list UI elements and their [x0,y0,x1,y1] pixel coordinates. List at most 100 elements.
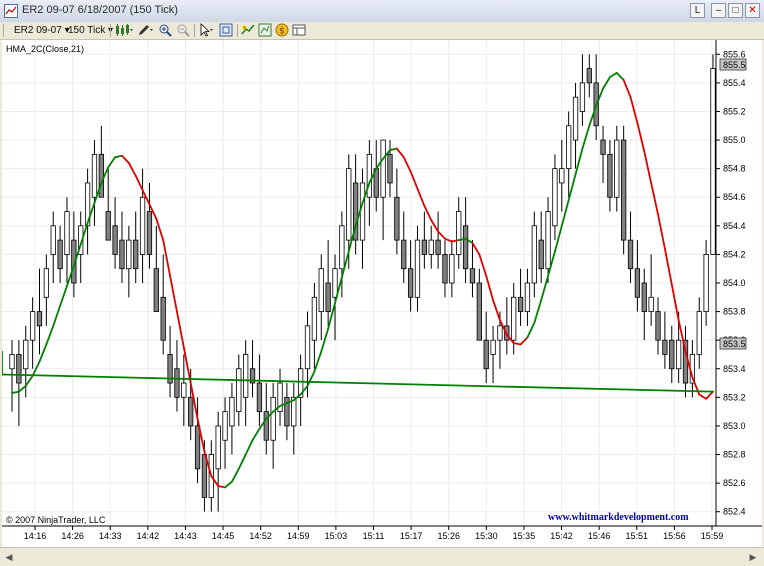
candle [552,154,558,241]
candle [373,140,379,212]
hma-segment [540,274,549,302]
candle-body [641,282,647,312]
candle-body [57,239,63,270]
crosshair-icon[interactable] [219,23,233,37]
candle-body [428,239,434,255]
coin-icon[interactable]: $ [275,23,289,37]
hma-segment [2,373,714,393]
hma-segment [636,122,646,153]
hma-segment [59,284,68,307]
hma-segment [114,154,123,159]
price-chart[interactable]: 855.6 855.4 855.2 855.0 854.8 854.6 854.4 854.2… [2,40,762,547]
bar-style-icon[interactable] [114,23,134,37]
time-tick-label: 14:33 [99,531,122,541]
close-button[interactable]: ✕ [745,3,760,18]
candle [380,139,386,241]
candle-body [105,211,111,241]
candle-body [627,239,634,270]
copyright-label: © 2007 NinjaTrader, LLC [6,515,106,525]
toolbar-separator [194,24,195,37]
candle [153,225,159,312]
cursor-icon[interactable] [198,23,216,37]
hma-segment [395,147,405,159]
candle [572,82,579,169]
hma-segment [24,375,34,387]
data-box-icon[interactable] [292,23,306,37]
candle-body [676,339,682,370]
candle [236,354,242,426]
candle-body [401,239,407,270]
candle-body [270,396,276,441]
candle-body [669,339,675,370]
price-marker-top-label: 855.5 [723,60,746,70]
candle-body [112,225,118,255]
candle-body [119,239,125,270]
price-tick-label: 853.4 [723,364,746,374]
price-tick-label: 852.6 [723,478,746,488]
zoom-in-icon[interactable] [158,23,172,37]
time-tick-label: 15:46 [588,531,611,541]
candle [414,225,421,312]
candle-body [456,211,462,255]
indicators-icon[interactable] [241,23,255,37]
chart-app-icon [4,4,18,18]
hma-segment [423,204,433,222]
chart-panel[interactable]: 855.6 855.4 855.2 855.0 854.8 854.6 854.4 854.2… [2,40,762,547]
time-tick-label: 15:35 [513,531,536,541]
candle-body [607,153,613,198]
candle [627,211,634,283]
candle-body [98,153,104,198]
candle [394,168,400,255]
candle [57,225,63,283]
candle-body [662,339,668,355]
candle-body [579,82,586,112]
hma-segment [169,274,178,313]
candle-body [394,196,400,241]
title-bar[interactable]: ER2 09-07 6/18/2007 (150 Tick) L – □ ✕ [0,0,764,23]
hma-segment [162,239,171,277]
candle-body [236,368,242,413]
candle-body [194,425,201,470]
instrument-selector[interactable]: ER2 09-07 ▾ [14,23,70,38]
scroll-left-arrow-icon[interactable]: ◀ [2,550,16,564]
candle-body [449,254,455,284]
candle-body [621,139,627,241]
candle [469,240,476,298]
candle [9,340,15,412]
hma-segment [609,71,618,79]
hma-segment [121,154,130,164]
candle [703,240,709,326]
time-tick-label: 15:26 [437,531,460,541]
candle [50,211,56,283]
candle-body [483,339,489,370]
horizontal-scrollbar[interactable]: ◀ ▶ [0,547,764,566]
hma-segment [11,390,20,394]
hma-segment [643,150,653,184]
candle-body [339,225,345,270]
minimize-button[interactable]: – [711,3,726,18]
candle [483,311,489,384]
candle-body [215,425,221,470]
candle [84,168,91,255]
candle-body [126,239,132,270]
candle-body [586,68,592,84]
candle-body [703,254,709,312]
candle [559,140,565,212]
hma-segment [52,304,62,327]
hma-segment [402,156,412,173]
strategy-icon[interactable] [258,23,272,37]
candle [91,140,98,226]
time-tick-label: 14:16 [24,531,47,541]
link-button[interactable]: L [690,3,705,18]
interval-selector[interactable]: 150 Tick ▾ [68,23,113,38]
hma-segment [471,242,481,256]
scroll-right-arrow-icon[interactable]: ▶ [746,550,760,564]
price-tick-label: 854.8 [723,164,746,174]
maximize-button[interactable]: □ [728,3,743,18]
candle-body [9,354,15,370]
candle [593,54,599,141]
zoom-out-icon[interactable] [176,23,190,37]
candle [682,325,689,398]
pencil-icon[interactable] [137,23,155,37]
price-tick-label: 854.4 [723,221,746,231]
